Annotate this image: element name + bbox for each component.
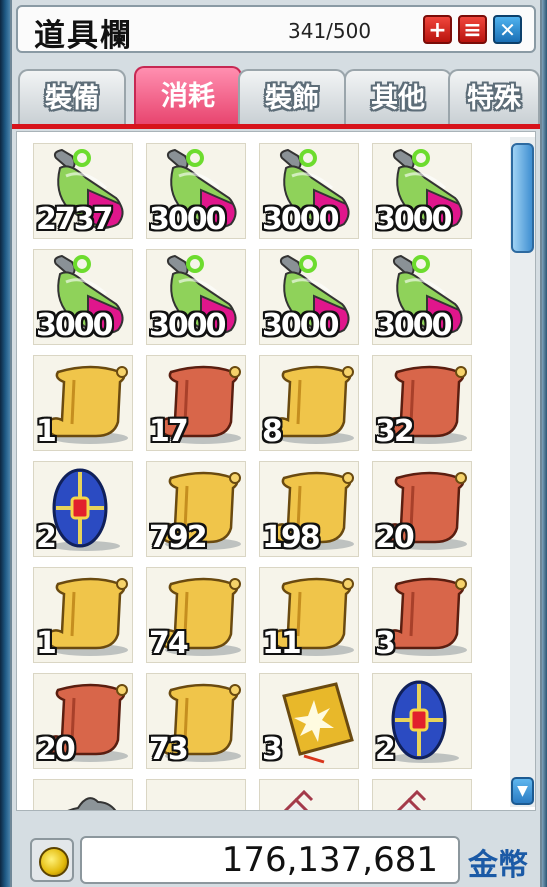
window-title: 道具欄 — [34, 18, 133, 54]
item-slot[interactable] — [146, 779, 246, 810]
item-quantity: 73 — [149, 732, 189, 767]
item-quantity: 1 — [36, 626, 57, 661]
item-slot[interactable]: 198 — [259, 461, 359, 557]
item-slot[interactable]: 3 — [372, 567, 472, 663]
item-slot[interactable]: 1 — [33, 355, 133, 451]
item-slot[interactable] — [33, 779, 133, 810]
inventory-capacity: 341/500 — [288, 19, 372, 43]
item-slot[interactable]: 1 — [33, 567, 133, 663]
item-quantity: 20 — [36, 732, 76, 767]
item-slot[interactable]: 3 — [259, 673, 359, 769]
add-button[interactable]: + — [423, 15, 452, 44]
tab-underline — [12, 124, 540, 129]
item-slot[interactable]: 73 — [146, 673, 246, 769]
item-slot[interactable]: 3000 — [259, 249, 359, 345]
item-quantity: 3000 — [262, 202, 339, 237]
scroll-down-button[interactable]: ▼ — [511, 777, 534, 805]
item-slot[interactable]: 3000 — [259, 143, 359, 239]
item-slot[interactable]: 8 — [259, 355, 359, 451]
item-quantity: 792 — [149, 520, 208, 555]
item-quantity: 3000 — [375, 202, 452, 237]
item-slot[interactable]: 2737 — [33, 143, 133, 239]
item-quantity: 2737 — [36, 202, 113, 237]
item-slot[interactable]: 17 — [146, 355, 246, 451]
item-quantity: 20 — [375, 520, 415, 555]
item-quantity: 3 — [375, 626, 396, 661]
item-slot[interactable]: 32 — [372, 355, 472, 451]
tab-equipment[interactable]: 裝備 — [18, 69, 126, 124]
scrollbar[interactable]: ▼ — [510, 137, 535, 807]
item-slot[interactable] — [259, 779, 359, 810]
item-slot[interactable]: 3000 — [372, 143, 472, 239]
tab-other[interactable]: 其他 — [344, 69, 452, 124]
item-quantity: 3000 — [149, 308, 226, 343]
item-quantity: 3 — [262, 732, 283, 767]
coin-icon — [30, 838, 74, 882]
item-quantity: 2 — [375, 732, 396, 767]
item-quantity: 8 — [262, 414, 283, 449]
item-slot[interactable]: 3000 — [372, 249, 472, 345]
item-slot[interactable] — [372, 779, 472, 810]
item-quantity: 198 — [262, 520, 321, 555]
item-quantity: 2 — [36, 520, 57, 555]
item-slot[interactable]: 20 — [33, 673, 133, 769]
item-quantity: 11 — [262, 626, 302, 661]
tab-special[interactable]: 特殊 — [448, 69, 540, 124]
currency-label: 金幣 — [468, 848, 528, 883]
expand-button[interactable]: ✕ — [493, 15, 522, 44]
item-slot[interactable]: 3000 — [146, 143, 246, 239]
money-bar: 176,137,681 金幣 — [12, 818, 540, 887]
tab-decoration[interactable]: 裝飾 — [238, 69, 346, 124]
item-quantity: 3000 — [375, 308, 452, 343]
item-quantity: 74 — [149, 626, 189, 661]
item-quantity: 17 — [149, 414, 189, 449]
money-amount: 176,137,681 — [80, 836, 460, 884]
item-slot[interactable]: 20 — [372, 461, 472, 557]
item-grid-panel: 2737 3000 3000 3000 3000 3000 3000 3000 1 17 8 32 2 7… — [16, 131, 536, 811]
item-slot[interactable]: 792 — [146, 461, 246, 557]
item-quantity: 1 — [36, 414, 57, 449]
item-quantity: 3000 — [149, 202, 226, 237]
title-bar[interactable]: 道具欄 341/500 + ≡ ✕ — [16, 5, 536, 54]
tab-consumable[interactable]: 消耗 — [134, 66, 242, 124]
item-slot[interactable]: 11 — [259, 567, 359, 663]
category-tabs: 裝備 消耗 裝飾 其他 特殊 — [16, 66, 540, 124]
scrollbar-thumb[interactable] — [511, 143, 534, 253]
item-quantity: 3000 — [36, 308, 113, 343]
item-quantity: 3000 — [262, 308, 339, 343]
item-slot[interactable]: 2 — [33, 461, 133, 557]
item-slot[interactable]: 3000 — [33, 249, 133, 345]
inventory-window: 道具欄 341/500 + ≡ ✕ 裝備 消耗 裝飾 其他 特殊 2737 300… — [10, 0, 542, 887]
sort-button[interactable]: ≡ — [458, 15, 487, 44]
item-slot[interactable]: 2 — [372, 673, 472, 769]
item-quantity: 32 — [375, 414, 415, 449]
item-slot[interactable]: 74 — [146, 567, 246, 663]
item-slot[interactable]: 3000 — [146, 249, 246, 345]
